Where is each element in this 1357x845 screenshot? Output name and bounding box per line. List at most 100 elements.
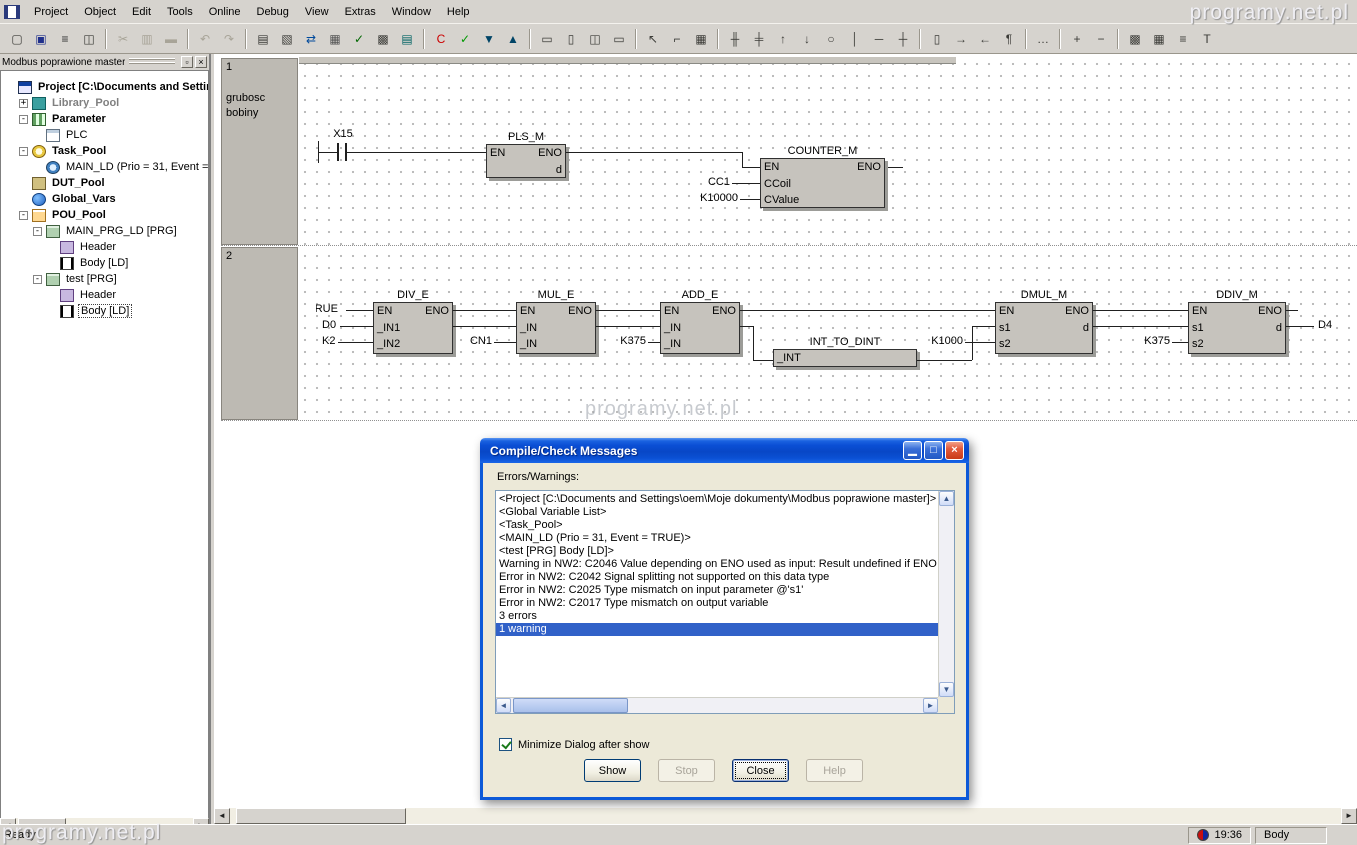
dialog-titlebar[interactable]: Compile/Check Messages ▁□× [480, 438, 969, 463]
scroll-thumb[interactable] [236, 808, 406, 824]
operand-label[interactable]: D4 [1318, 319, 1332, 332]
message-row[interactable]: <MAIN_LD (Prio = 31, Event = TRUE)> [496, 532, 938, 545]
print-preview-icon[interactable]: ◫ [78, 28, 100, 49]
open-contact-icon[interactable]: ╫ [724, 28, 746, 49]
dut-list-icon[interactable]: ▯ [560, 28, 582, 49]
close-icon[interactable]: × [945, 441, 964, 460]
message-row[interactable]: 1 warning [496, 623, 938, 636]
jump-icon[interactable]: → [950, 28, 972, 49]
message-row[interactable]: 3 errors [496, 610, 938, 623]
library-pool-icon[interactable]: ▤ [396, 28, 418, 49]
menu-tools[interactable]: Tools [159, 3, 201, 21]
ladder-grid[interactable] [299, 58, 1357, 422]
operand-label[interactable]: CC1 [698, 176, 730, 189]
minimize-dialog-checkbox[interactable]: Minimize Dialog after show [499, 738, 649, 751]
monitor-check-icon[interactable]: ✓ [454, 28, 476, 49]
message-row[interactable]: <Project [C:\Documents and Settings\oem\… [496, 493, 938, 506]
scroll-left-icon[interactable]: ◄ [214, 808, 230, 824]
collapse-icon[interactable]: - [19, 147, 28, 156]
tree-item-project-c-documents-and-sett[interactable]: Project [C:\Documents and Settings\oem\M… [1, 79, 208, 95]
message-row[interactable]: <Task_Pool> [496, 519, 938, 532]
operand-label[interactable]: K2 [322, 335, 335, 348]
transfer-setup-icon[interactable]: ⇄ [300, 28, 322, 49]
comment-icon[interactable]: … [1032, 28, 1054, 49]
project-tree[interactable]: Project [C:\Documents and Settings\oem\M… [0, 70, 209, 834]
tree-item-parameter[interactable]: -Parameter [1, 111, 208, 127]
tree-item-main-prg-ld-prg[interactable]: -MAIN_PRG_LD [PRG] [1, 223, 208, 239]
rising-contact-icon[interactable]: ↑ [772, 28, 794, 49]
vertical-line-icon[interactable]: │ [844, 28, 866, 49]
operand-label[interactable]: K375 [612, 335, 646, 348]
operand-label[interactable]: CN1 [466, 335, 492, 348]
function-block-ddiv-m[interactable]: DDIV_M EN ENO s1 d s2 [1188, 289, 1286, 354]
list-vertical-scrollbar[interactable]: ▲ ▼ [938, 491, 954, 697]
font-icon[interactable]: T [1196, 28, 1218, 49]
messages-listbox[interactable]: <Project [C:\Documents and Settings\oem\… [495, 490, 955, 714]
menu-extras[interactable]: Extras [337, 3, 384, 21]
network-2-header[interactable]: 2 [221, 247, 298, 420]
tree-item-global-vars[interactable]: Global_Vars [1, 191, 208, 207]
online-program-icon[interactable]: C [430, 28, 452, 49]
network-1-header[interactable]: 1 grubosc bobiny [221, 58, 298, 245]
scroll-thumb[interactable] [513, 698, 628, 713]
menu-project[interactable]: Project [26, 3, 76, 21]
message-row[interactable]: Error in NW2: C2025 Type mismatch on inp… [496, 584, 938, 597]
scroll-left-icon[interactable]: ◄ [496, 698, 511, 713]
menu-online[interactable]: Online [201, 3, 249, 21]
menu-debug[interactable]: Debug [249, 3, 297, 21]
closed-contact-icon[interactable]: ╪ [748, 28, 770, 49]
titlebar-grip-icon[interactable] [129, 58, 175, 66]
collapse-icon[interactable]: - [33, 227, 42, 236]
print-icon[interactable]: ≡ [54, 28, 76, 49]
var-list-icon[interactable]: ▭ [608, 28, 630, 49]
scroll-down-icon[interactable]: ▼ [939, 682, 954, 697]
float-icon[interactable]: ▫ [181, 56, 193, 68]
contact-label[interactable]: X15 [330, 128, 356, 141]
tree-item-header[interactable]: Header [1, 287, 208, 303]
operand-label[interactable]: D0 [322, 319, 336, 332]
message-row[interactable]: Warning in NW2: C2046 Value depending on… [496, 558, 938, 571]
list-horizontal-scrollbar[interactable]: ◄ ► [496, 697, 938, 713]
delete-line-icon[interactable]: ┼ [892, 28, 914, 49]
falling-contact-icon[interactable]: ↓ [796, 28, 818, 49]
operand-label-clipped[interactable]: TRUE [316, 303, 346, 316]
scroll-right-icon[interactable]: ► [1341, 808, 1357, 824]
scroll-right-icon[interactable]: ► [923, 698, 938, 713]
function-block-int-to-dint[interactable]: INT_TO_DINT _INT [773, 336, 917, 367]
return-icon[interactable]: ← [974, 28, 996, 49]
message-row[interactable]: Error in NW2: C2017 Type mismatch on out… [496, 597, 938, 610]
maximize-icon[interactable]: □ [924, 441, 943, 460]
message-row[interactable]: Error in NW2: C2042 Signal splitting not… [496, 571, 938, 584]
new-object-icon[interactable]: ▤ [252, 28, 274, 49]
tree-item-body-ld[interactable]: Body [LD] [1, 303, 208, 319]
save-icon[interactable]: ▣ [30, 28, 52, 49]
menu-edit[interactable]: Edit [124, 3, 159, 21]
close-button[interactable]: Close [732, 759, 789, 782]
function-block-pls-m[interactable]: PLS_M EN ENO d [486, 131, 566, 178]
menu-object[interactable]: Object [76, 3, 124, 21]
menu-view[interactable]: View [297, 3, 337, 21]
grid-icon[interactable]: ▩ [1124, 28, 1146, 49]
tree-item-main-ld-prio-31-event-true[interactable]: MAIN_LD (Prio = 31, Event = TRUE) [1, 159, 208, 175]
tree-item-pou-pool[interactable]: -POU_Pool [1, 207, 208, 223]
message-row[interactable]: <Global Variable List> [496, 506, 938, 519]
project-check-icon[interactable]: ✓ [348, 28, 370, 49]
tree-item-library-pool[interactable]: +Library_Pool [1, 95, 208, 111]
checkbox-icon[interactable] [499, 738, 512, 751]
function-block-counter-m[interactable]: COUNTER_M EN ENO CCoil CValue [760, 145, 885, 208]
operand-label[interactable]: K375 [1134, 335, 1170, 348]
minimize-icon[interactable]: ▁ [903, 441, 922, 460]
menu-window[interactable]: Window [384, 3, 439, 21]
network-label-icon[interactable]: ⌐ [666, 28, 688, 49]
tree-item-dut-pool[interactable]: DUT_Pool [1, 175, 208, 191]
tree-item-header[interactable]: Header [1, 239, 208, 255]
editor-horizontal-scrollbar[interactable]: ◄ ► [214, 808, 1357, 824]
expand-icon[interactable]: + [19, 99, 28, 108]
function-block-mul-e[interactable]: MUL_E EN ENO _IN _IN [516, 289, 596, 354]
scroll-up-icon[interactable]: ▲ [939, 491, 954, 506]
open-object-icon[interactable]: ▧ [276, 28, 298, 49]
cross-reference-icon[interactable]: ▩ [372, 28, 394, 49]
scroll-track[interactable] [230, 808, 1341, 824]
task-list-icon[interactable]: ◫ [584, 28, 606, 49]
coil-icon[interactable]: ○ [820, 28, 842, 49]
